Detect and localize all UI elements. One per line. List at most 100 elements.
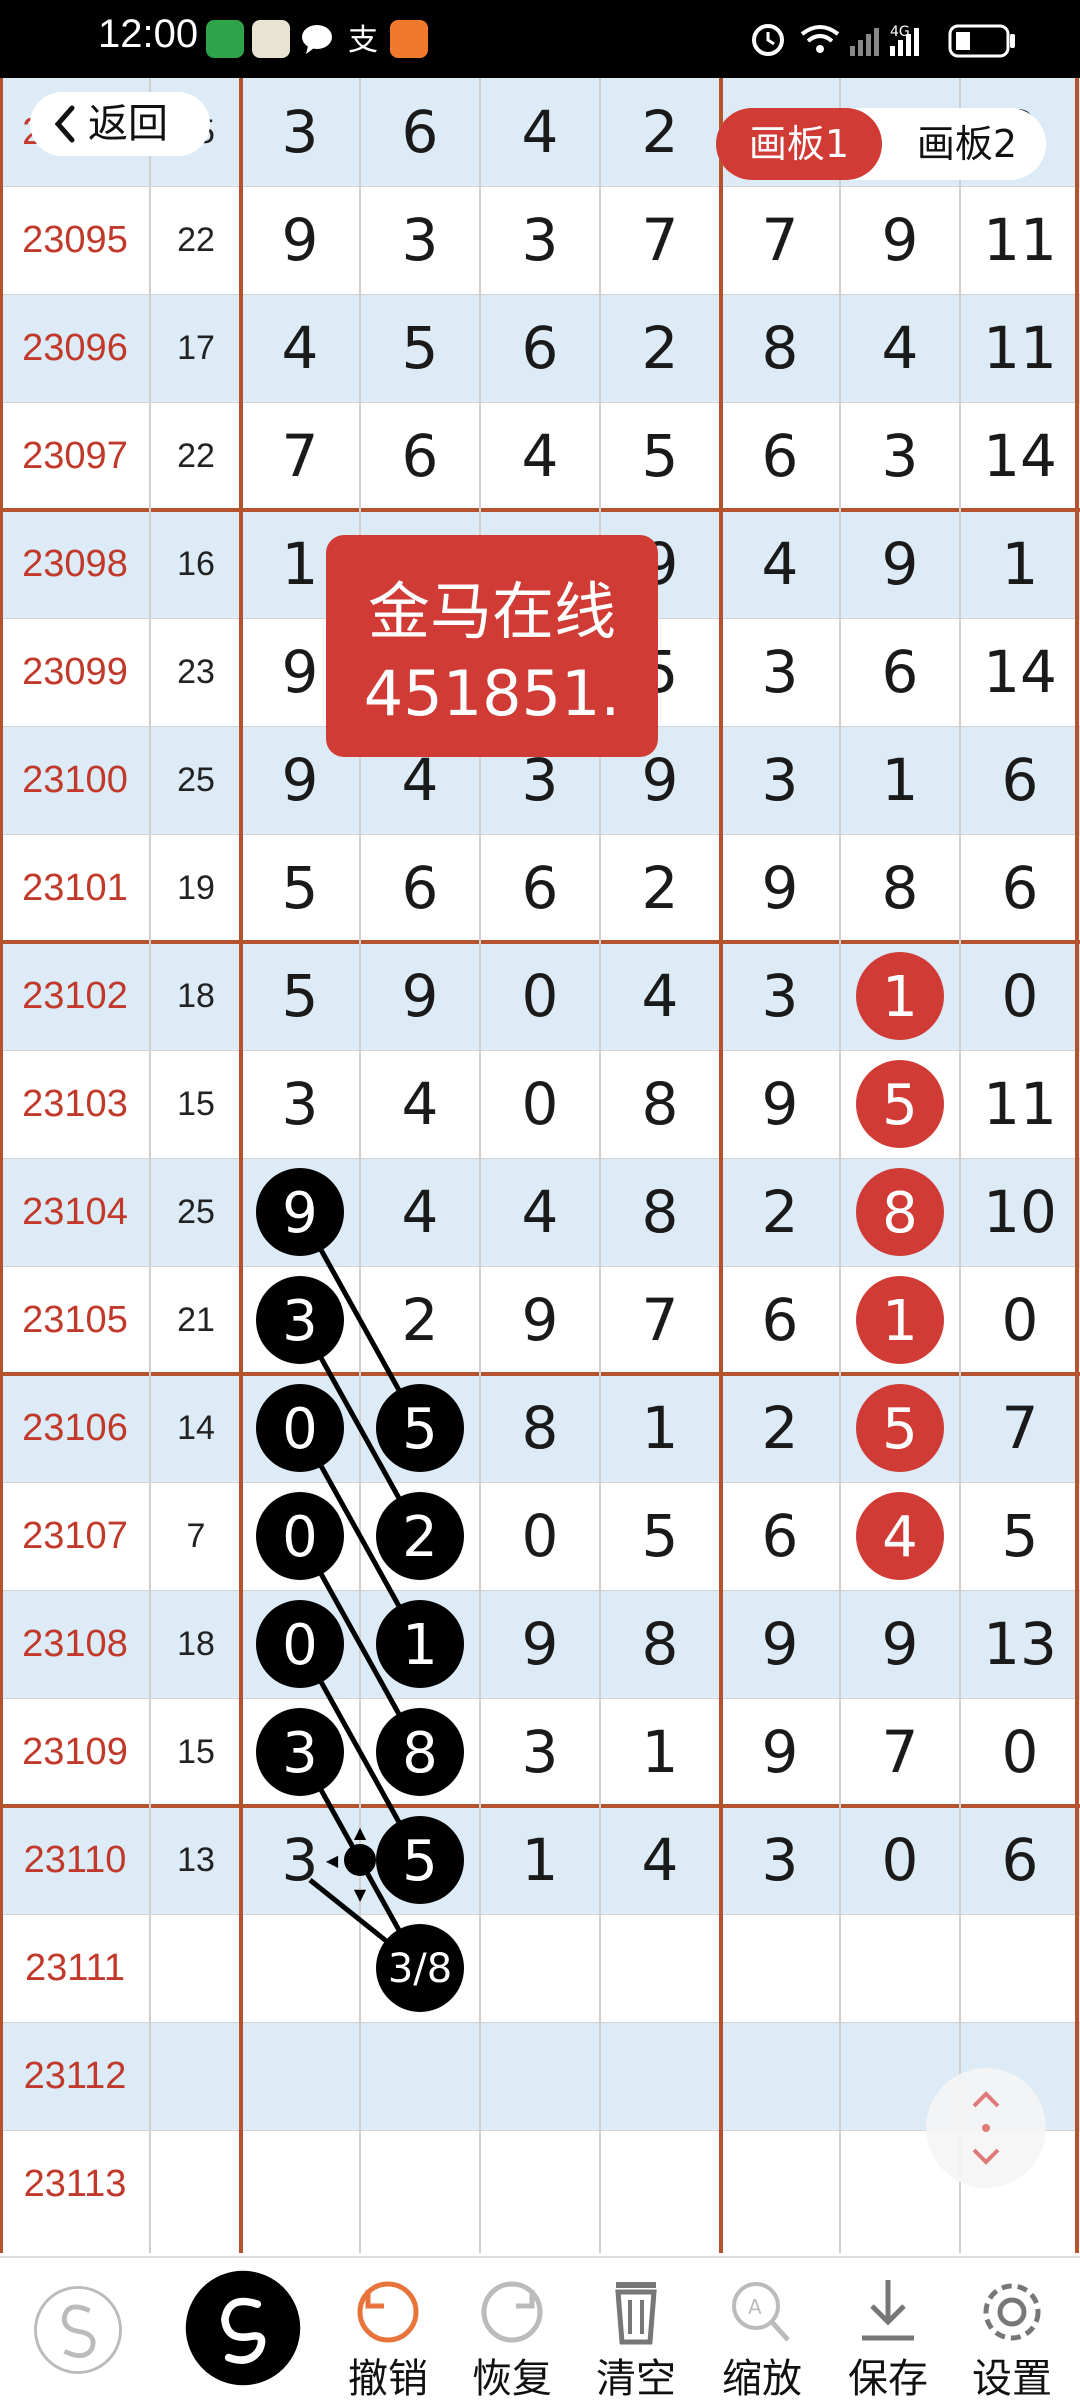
digit-cell[interactable]: 2 [600, 294, 720, 402]
digit-cell[interactable]: 4 [240, 294, 360, 402]
digit-cell[interactable] [240, 1698, 360, 1806]
table-row[interactable]: 23095 22 9 3 3 7 7 9 11 [0, 186, 1080, 294]
digit-cell[interactable]: 1 [480, 1806, 600, 1914]
digit-cell[interactable]: 5 [960, 1482, 1080, 1590]
digit-cell[interactable] [600, 2130, 720, 2238]
digit-cell[interactable]: 5 [240, 834, 360, 942]
digit-cell[interactable] [360, 2022, 480, 2130]
digit-cell[interactable]: 9 [360, 942, 480, 1050]
digit-cell[interactable] [600, 1914, 720, 2022]
table-row[interactable]: 23107 7 0 5 6 5 [0, 1482, 1080, 1590]
redo-button[interactable]: 恢复 [452, 2258, 572, 2402]
digit-cell[interactable]: 2 [360, 1266, 480, 1374]
digit-cell[interactable]: 2 [720, 1374, 840, 1482]
table-row[interactable]: 23096 17 4 5 6 2 8 4 11 [0, 294, 1080, 402]
digit-cell[interactable]: 9 [720, 834, 840, 942]
digit-cell[interactable] [840, 1050, 960, 1158]
scroll-expand-button[interactable] [926, 2068, 1046, 2188]
digit-cell[interactable]: 9 [480, 1590, 600, 1698]
digit-cell[interactable]: 4 [840, 294, 960, 402]
table-row[interactable]: 23113 [0, 2130, 1080, 2238]
digit-cell[interactable] [480, 2130, 600, 2238]
digit-cell[interactable] [360, 1590, 480, 1698]
digit-cell[interactable] [360, 2130, 480, 2238]
digit-cell[interactable]: 7 [600, 186, 720, 294]
digit-cell[interactable] [360, 1914, 480, 2022]
digit-cell[interactable]: 11 [960, 1050, 1080, 1158]
digit-cell[interactable]: 3 [720, 618, 840, 726]
digit-cell[interactable]: 6 [960, 834, 1080, 942]
digit-cell[interactable] [240, 1158, 360, 1266]
digit-cell[interactable]: 0 [480, 1482, 600, 1590]
digit-cell[interactable]: 9 [240, 186, 360, 294]
digit-cell[interactable]: 3 [720, 942, 840, 1050]
digit-cell[interactable]: 3 [480, 186, 600, 294]
digit-cell[interactable]: 3 [240, 1806, 360, 1914]
digit-cell[interactable]: 6 [720, 1482, 840, 1590]
digit-cell[interactable]: 9 [720, 1590, 840, 1698]
digit-cell[interactable] [360, 1698, 480, 1806]
back-button[interactable]: 返回 [30, 92, 210, 156]
digit-cell[interactable]: 1 [600, 1374, 720, 1482]
digit-cell[interactable]: 6 [360, 402, 480, 510]
digit-cell[interactable] [840, 1374, 960, 1482]
table-row[interactable]: 23112 [0, 2022, 1080, 2130]
number-grid[interactable]: 2309415364282230952293377911230961745628… [0, 78, 1080, 2253]
digit-cell[interactable] [720, 2022, 840, 2130]
digit-cell[interactable] [840, 1158, 960, 1266]
digit-cell[interactable]: 14 [960, 618, 1080, 726]
digit-cell[interactable]: 9 [840, 1590, 960, 1698]
digit-cell[interactable] [240, 1914, 360, 2022]
digit-cell[interactable] [720, 1914, 840, 2022]
digit-cell[interactable]: 6 [720, 1266, 840, 1374]
table-row[interactable]: 23102 18 5 9 0 4 3 0 [0, 942, 1080, 1050]
table-row[interactable]: 23097 22 7 6 4 5 6 3 14 [0, 402, 1080, 510]
digit-cell[interactable]: 2 [720, 1158, 840, 1266]
digit-cell[interactable]: 11 [960, 186, 1080, 294]
digit-cell[interactable]: 4 [360, 1158, 480, 1266]
digit-cell[interactable]: 0 [480, 1050, 600, 1158]
settings-button[interactable]: 设置 [952, 2258, 1072, 2402]
digit-cell[interactable]: 3 [480, 1698, 600, 1806]
digit-cell[interactable]: 1 [960, 510, 1080, 618]
digit-cell[interactable] [360, 1482, 480, 1590]
digit-cell[interactable] [360, 1374, 480, 1482]
digit-cell[interactable] [840, 1914, 960, 2022]
tab-board-2[interactable]: 画板2 [892, 108, 1042, 180]
digit-cell[interactable]: 8 [720, 294, 840, 402]
digit-cell[interactable] [240, 1266, 360, 1374]
digit-cell[interactable] [360, 1806, 480, 1914]
digit-cell[interactable]: 0 [960, 942, 1080, 1050]
digit-cell[interactable]: 7 [840, 1698, 960, 1806]
table-row[interactable]: 23110 13 3 1 4 3 0 6 [0, 1806, 1080, 1914]
digit-cell[interactable] [480, 2022, 600, 2130]
table-row[interactable]: 23108 18 9 8 9 9 13 [0, 1590, 1080, 1698]
digit-cell[interactable] [240, 2130, 360, 2238]
table-row[interactable]: 23106 14 8 1 2 7 [0, 1374, 1080, 1482]
table-row[interactable]: 23103 15 3 4 0 8 9 11 [0, 1050, 1080, 1158]
digit-cell[interactable]: 8 [600, 1158, 720, 1266]
digit-cell[interactable]: 8 [600, 1050, 720, 1158]
digit-cell[interactable]: 4 [480, 402, 600, 510]
digit-cell[interactable] [240, 1374, 360, 1482]
digit-cell[interactable] [480, 1914, 600, 2022]
digit-cell[interactable] [840, 1482, 960, 1590]
digit-cell[interactable]: 11 [960, 294, 1080, 402]
table-row[interactable]: 23109 15 3 1 9 7 0 [0, 1698, 1080, 1806]
table-row[interactable]: 23104 25 4 4 8 2 10 [0, 1158, 1080, 1266]
digit-cell[interactable] [840, 942, 960, 1050]
digit-cell[interactable]: 0 [480, 942, 600, 1050]
digit-cell[interactable] [960, 1914, 1080, 2022]
digit-cell[interactable]: 5 [600, 1482, 720, 1590]
digit-cell[interactable]: 14 [960, 402, 1080, 510]
digit-cell[interactable]: 7 [600, 1266, 720, 1374]
digit-cell[interactable]: 6 [960, 726, 1080, 834]
digit-cell[interactable]: 6 [360, 834, 480, 942]
digit-cell[interactable]: 6 [480, 834, 600, 942]
digit-cell[interactable]: 4 [600, 942, 720, 1050]
digit-cell[interactable]: 4 [720, 510, 840, 618]
digit-cell[interactable]: 0 [840, 1806, 960, 1914]
digit-cell[interactable]: 6 [480, 294, 600, 402]
save-button[interactable]: 保存 [828, 2258, 948, 2402]
digit-cell[interactable]: 5 [360, 294, 480, 402]
